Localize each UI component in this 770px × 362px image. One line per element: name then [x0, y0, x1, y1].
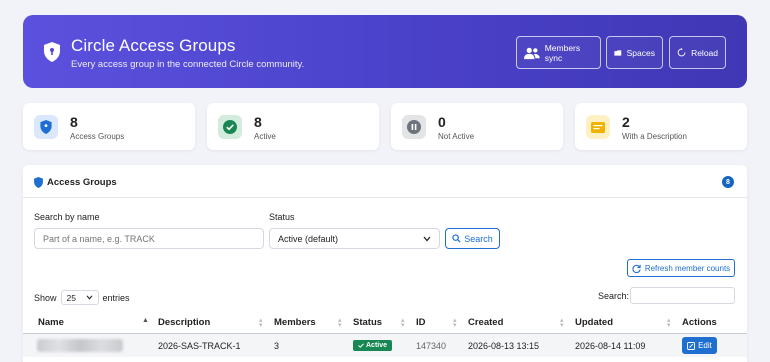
status-label: Status: [269, 212, 295, 222]
entries-length-control: Show 25 entries: [34, 290, 130, 305]
column-header-created[interactable]: Created: [468, 317, 503, 328]
count-badge: 8: [722, 176, 734, 188]
search-button-label: Search: [464, 233, 493, 244]
stat-value: 0: [438, 114, 446, 130]
table-row: 2026-SAS-TRACK-1 3 Active 147340 2026-08…: [23, 334, 747, 357]
shield-icon: [34, 177, 43, 188]
stat-label: Active: [254, 132, 276, 141]
table-search-input[interactable]: [630, 287, 735, 304]
folder-icon: [614, 49, 622, 56]
table-header: Name ▲ Description ▴ ▾ Members ▴ ▾ Status …: [23, 312, 747, 334]
sort-icon: ▴ ▾: [560, 317, 564, 329]
status-select-value: Active (default): [278, 233, 339, 244]
show-label: Show: [34, 292, 57, 303]
search-by-name-label: Search by name: [34, 212, 100, 222]
divider: [23, 197, 747, 198]
entries-label: entries: [102, 292, 130, 303]
access-groups-panel: Access Groups 8 Search by name Status Ac…: [23, 165, 747, 362]
panel-title-text: Access Groups: [47, 177, 117, 188]
sort-icon: ▴ ▾: [259, 317, 263, 329]
stat-card-with-description: 2 With a Description: [575, 103, 747, 150]
refresh-button-label: Refresh member counts: [644, 263, 731, 273]
stat-card-active: 8 Active: [207, 103, 379, 150]
page-subtitle: Every access group in the connected Circ…: [71, 59, 305, 70]
refresh-member-counts-button[interactable]: Refresh member counts: [627, 259, 735, 277]
sort-icon: ▴ ▾: [401, 317, 405, 329]
check-icon: [358, 343, 364, 348]
status-select[interactable]: Active (default): [269, 228, 440, 249]
stat-value: 2: [622, 114, 630, 130]
cell-updated: 2026-08-14 11:09: [575, 341, 646, 351]
sort-icon: ▴ ▾: [453, 317, 457, 329]
column-header-members[interactable]: Members: [274, 317, 316, 328]
status-badge: Active: [353, 340, 393, 351]
stat-value: 8: [254, 114, 262, 130]
reload-button[interactable]: Reload: [669, 36, 726, 69]
members-sync-label: Members sync: [544, 42, 581, 63]
page-title: Circle Access Groups: [71, 36, 236, 55]
column-header-id[interactable]: ID: [416, 317, 426, 328]
stat-label: Access Groups: [70, 132, 125, 141]
pause-circle-icon: [402, 115, 426, 139]
edit-button-label: Edit: [698, 341, 712, 350]
shield-icon: [34, 115, 58, 139]
edit-button[interactable]: Edit: [682, 337, 717, 354]
entries-select[interactable]: 25: [60, 290, 99, 305]
search-button[interactable]: Search: [445, 228, 500, 249]
column-header-updated[interactable]: Updated: [575, 317, 613, 328]
column-header-name[interactable]: Name: [38, 317, 64, 328]
redacted-name: [37, 339, 123, 352]
shield-icon: [44, 42, 60, 62]
entries-value: 25: [66, 292, 76, 303]
name-search-input[interactable]: [34, 228, 264, 249]
table-search-label: Search:: [598, 291, 630, 301]
column-header-actions: Actions: [682, 317, 717, 328]
stat-card-access-groups: 8 Access Groups: [23, 103, 195, 150]
cell-description: 2026-SAS-TRACK-1: [158, 341, 241, 351]
edit-icon: [687, 341, 696, 350]
stat-label: With a Description: [622, 132, 687, 141]
sort-icon: ▴ ▾: [667, 317, 671, 329]
refresh-icon: [632, 264, 641, 273]
panel-title: Access Groups: [34, 177, 117, 188]
spaces-button[interactable]: Spaces: [606, 36, 663, 69]
sort-icon: ▴ ▾: [338, 317, 342, 329]
chevron-down-icon: [86, 295, 92, 300]
users-icon: [524, 47, 540, 59]
reload-icon: [677, 47, 686, 57]
description-icon: [586, 115, 610, 139]
column-header-status[interactable]: Status: [353, 317, 382, 328]
stat-card-not-active: 0 Not Active: [391, 103, 563, 150]
column-header-description[interactable]: Description: [158, 317, 210, 328]
cell-created: 2026-08-13 13:15: [468, 341, 540, 351]
chevron-down-icon: [423, 236, 431, 241]
cell-id: 147340: [416, 341, 447, 351]
sort-asc-icon: ▲: [142, 317, 149, 324]
stat-value: 8: [70, 114, 78, 130]
status-badge-label: Active: [366, 342, 388, 349]
cell-members: 3: [274, 341, 280, 351]
reload-label: Reload: [691, 47, 718, 58]
stat-label: Not Active: [438, 132, 475, 141]
members-sync-button[interactable]: Members sync: [516, 36, 601, 69]
check-circle-icon: [218, 115, 242, 139]
page-header: Circle Access Groups Every access group …: [23, 15, 747, 88]
spaces-label: Spaces: [626, 47, 655, 58]
search-icon: [452, 234, 461, 243]
